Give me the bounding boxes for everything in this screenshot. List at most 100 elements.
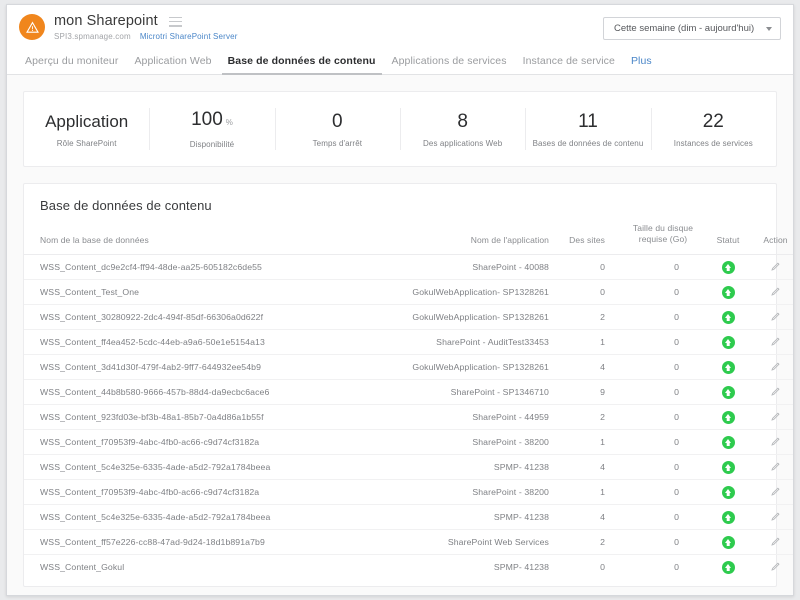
stat-number: 22 xyxy=(703,111,724,133)
action-cell xyxy=(751,355,793,380)
chevron-down-icon xyxy=(766,27,772,31)
date-range-selector[interactable]: Cette semaine (dim - aujourd'hui) xyxy=(603,17,781,40)
disk-size-cell: 0 xyxy=(621,380,705,405)
stat-value: 100% xyxy=(191,109,233,134)
disk-size-cell: 0 xyxy=(621,430,705,455)
action-cell xyxy=(751,555,793,580)
tab-aper-u-du-moniteur[interactable]: Aperçu du moniteur xyxy=(17,55,126,74)
stat-value: 0 xyxy=(332,111,343,133)
database-name-cell: WSS_Content_Test_One xyxy=(24,280,364,305)
disk-size-cell: 0 xyxy=(621,405,705,430)
stat-label: Instances de services xyxy=(674,139,753,148)
pencil-edit-icon[interactable] xyxy=(770,536,781,549)
green-up-arrow-status-icon xyxy=(722,486,735,499)
status-cell xyxy=(705,380,751,405)
table-row: WSS_Content_ff57e226-cc88-47ad-9d24-18d1… xyxy=(24,530,793,555)
tab-plus[interactable]: Plus xyxy=(623,55,660,74)
database-name-cell: WSS_Content_f70953f9-4abc-4fb0-ac66-c9d7… xyxy=(24,480,364,505)
main-tabs: Aperçu du moniteurApplication WebBase de… xyxy=(7,49,793,75)
disk-size-cell: 0 xyxy=(621,480,705,505)
database-name-cell: WSS_Content_f70953f9-4abc-4fb0-ac66-c9d7… xyxy=(24,430,364,455)
database-name-cell: WSS_Content_44b8b580-9666-457b-88d4-da9e… xyxy=(24,380,364,405)
database-name-cell: WSS_Content_ff57e226-cc88-47ad-9d24-18d1… xyxy=(24,530,364,555)
action-cell xyxy=(751,530,793,555)
sites-count-cell: 1 xyxy=(549,430,621,455)
stat-label: Des applications Web xyxy=(423,139,502,148)
status-cell xyxy=(705,330,751,355)
status-cell xyxy=(705,430,751,455)
green-up-arrow-status-icon xyxy=(722,436,735,449)
column-header-application-name[interactable]: Nom de l'application xyxy=(364,223,549,255)
column-header-database-name[interactable]: Nom de la base de données xyxy=(24,223,364,255)
table-title: Base de données de contenu xyxy=(24,184,776,223)
table-row: WSS_Content_30280922-2dc4-494f-85df-6630… xyxy=(24,305,793,330)
sites-count-cell: 4 xyxy=(549,505,621,530)
column-header-sites[interactable]: Des sites xyxy=(549,223,621,255)
status-cell xyxy=(705,555,751,580)
status-cell xyxy=(705,280,751,305)
tab-base-de-donn-es-de-contenu[interactable]: Base de données de contenu xyxy=(220,55,384,74)
application-name-cell: SharePoint - 38200 xyxy=(364,430,549,455)
database-name-cell: WSS_Content_5c4e325e-6335-4ade-a5d2-792a… xyxy=(24,455,364,480)
table-row: WSS_Content_ff4ea452-5cdc-44eb-a9a6-50e1… xyxy=(24,330,793,355)
stat-unit: % xyxy=(226,112,233,134)
stat-number: 8 xyxy=(457,111,468,133)
application-name-cell: SPMP- 41238 xyxy=(364,555,549,580)
sites-count-cell: 2 xyxy=(549,305,621,330)
pencil-edit-icon[interactable] xyxy=(770,486,781,499)
sites-count-cell: 2 xyxy=(549,405,621,430)
green-up-arrow-status-icon xyxy=(722,511,735,524)
tab-instance-de-service[interactable]: Instance de service xyxy=(515,55,623,74)
stat-value: 22 xyxy=(703,111,724,133)
stat-label: Bases de données de contenu xyxy=(533,139,644,148)
sites-count-cell: 4 xyxy=(549,355,621,380)
application-name-cell: SharePoint - AuditTest33453 xyxy=(364,330,549,355)
green-up-arrow-status-icon xyxy=(722,336,735,349)
pencil-edit-icon[interactable] xyxy=(770,336,781,349)
product-link[interactable]: Microtri SharePoint Server xyxy=(140,32,238,41)
tab-applications-de-services[interactable]: Applications de services xyxy=(384,55,515,74)
stat-number: 11 xyxy=(578,111,598,133)
action-cell xyxy=(751,480,793,505)
action-cell xyxy=(751,505,793,530)
stat-number: 100 xyxy=(191,109,223,131)
table-row: WSS_Content_dc9e2cf4-ff94-48de-aa25-6051… xyxy=(24,255,793,280)
column-header-disk-size[interactable]: Taille du disque requise (Go) xyxy=(621,223,705,255)
green-up-arrow-status-icon xyxy=(722,536,735,549)
column-header-status[interactable]: Statut xyxy=(705,223,751,255)
sites-count-cell: 4 xyxy=(549,455,621,480)
application-name-cell: SharePoint - 44959 xyxy=(364,405,549,430)
green-up-arrow-status-icon xyxy=(722,386,735,399)
disk-size-cell: 0 xyxy=(621,280,705,305)
pencil-edit-icon[interactable] xyxy=(770,361,781,374)
database-name-cell: WSS_Content_5c4e325e-6335-4ade-a5d2-792a… xyxy=(24,505,364,530)
column-header-action[interactable]: Action xyxy=(751,223,793,255)
hamburger-menu-icon[interactable] xyxy=(169,16,182,27)
stat-card: 0Temps d'arrêt xyxy=(275,92,400,166)
brand-subtitle: SPI3.spmanage.com Microtri SharePoint Se… xyxy=(54,32,238,41)
disk-size-cell: 0 xyxy=(621,330,705,355)
application-name-cell: GokulWebApplication- SP1328261 xyxy=(364,355,549,380)
pencil-edit-icon[interactable] xyxy=(770,436,781,449)
disk-size-cell: 0 xyxy=(621,305,705,330)
stat-value: Application xyxy=(45,111,128,133)
pencil-edit-icon[interactable] xyxy=(770,511,781,524)
stat-value: 8 xyxy=(457,111,468,133)
green-up-arrow-status-icon xyxy=(722,411,735,424)
pencil-edit-icon[interactable] xyxy=(770,386,781,399)
pencil-edit-icon[interactable] xyxy=(770,286,781,299)
pencil-edit-icon[interactable] xyxy=(770,461,781,474)
green-up-arrow-status-icon xyxy=(722,311,735,324)
green-up-arrow-status-icon xyxy=(722,286,735,299)
pencil-edit-icon[interactable] xyxy=(770,561,781,574)
stat-card: ApplicationRôle SharePoint xyxy=(24,92,149,166)
status-cell xyxy=(705,305,751,330)
pencil-edit-icon[interactable] xyxy=(770,411,781,424)
stat-value: 11 xyxy=(578,111,598,133)
host-name: SPI3.spmanage.com xyxy=(54,32,131,41)
tab-application-web[interactable]: Application Web xyxy=(126,55,219,74)
stat-card: 100%Disponibilité xyxy=(149,92,274,166)
pencil-edit-icon[interactable] xyxy=(770,261,781,274)
action-cell xyxy=(751,305,793,330)
pencil-edit-icon[interactable] xyxy=(770,311,781,324)
